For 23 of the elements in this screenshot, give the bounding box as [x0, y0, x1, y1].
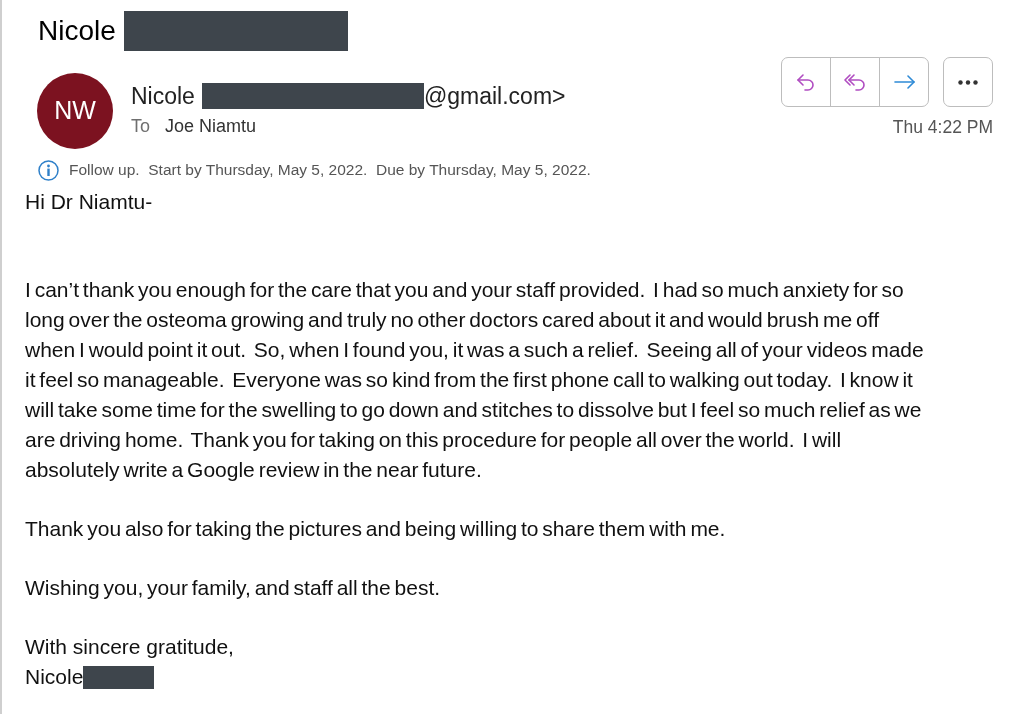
closing-text: With sincere gratitude, [25, 634, 235, 660]
reply-button[interactable] [781, 57, 831, 107]
recipient-name: Joe Niamtu [165, 116, 257, 136]
reply-icon [795, 72, 817, 92]
more-button[interactable] [943, 57, 993, 107]
to-label: To [131, 116, 150, 136]
forward-icon [893, 72, 915, 92]
body-paragraph: I can’t thank you enough for the care that you and your staff provided. I had so much anxiety for so long over the osteoma growing and truly no other doctors cared about it and would brush me off when I would point it out. So, when I found you, it was a such a relief. Seeing all of your videos made it feel so manageable. Everyone was so kind from the first phone call to walking out today. I know it will take some time for the swelling to go down and stitches to dissolve but I feel so much relief as we are driving home. Thank you for taking on this procedure for people all over the world. I will absolutely write a Google review in the near future. [25, 277, 925, 483]
body-paragraph: Wishing you, your family, and staff all the best. [25, 575, 442, 601]
received-time: Thu 4:22 PM [892, 116, 993, 139]
greeting-text: Hi Dr Niamtu- [25, 189, 154, 215]
reply-all-icon [844, 72, 866, 92]
follow-up-text: Follow up. Start by Thursday, May 5, 2022. Due by Thursday, May 5, 2022. [69, 160, 591, 180]
body-paragraph: Thank you also for taking the pictures and being willing to share them with me. [25, 516, 727, 542]
info-icon [38, 159, 59, 181]
signature-name: Nicole [25, 665, 84, 688]
avatar: NW [37, 73, 113, 149]
reply-all-button[interactable] [830, 57, 880, 107]
forward-button[interactable] [879, 57, 929, 107]
more-icon [958, 79, 978, 85]
sender-address: @gmail.com> [423, 82, 566, 111]
subject-text: Nicole [38, 14, 116, 48]
sender-name: Nicole [131, 82, 195, 111]
